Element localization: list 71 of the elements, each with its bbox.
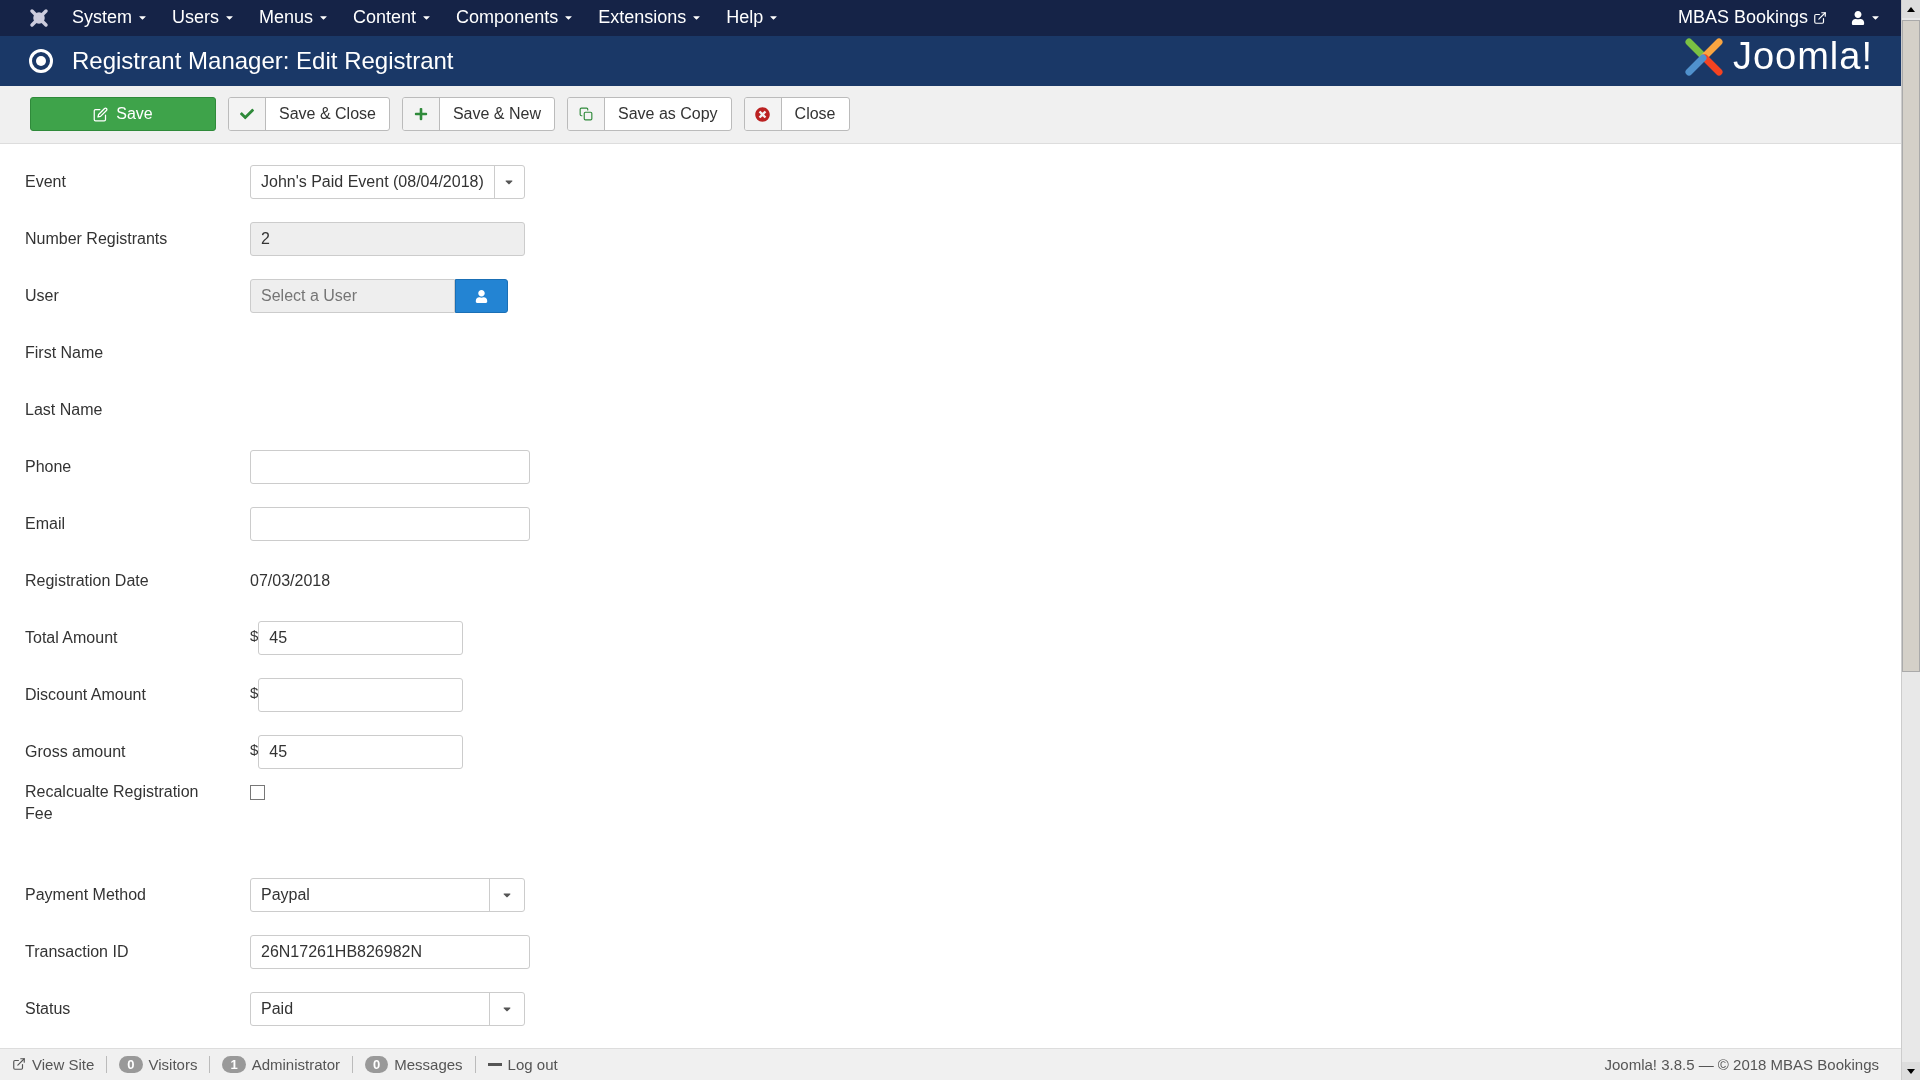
toolbar-button[interactable]: Save & New <box>401 97 555 132</box>
scroll-down-icon <box>1907 1068 1915 1074</box>
select-field[interactable]: Paypal <box>250 878 525 913</box>
field-label: First Name <box>25 343 105 364</box>
plus-icon <box>402 98 440 131</box>
field-label: Event <box>25 172 67 193</box>
menu-item[interactable]: Help <box>726 7 780 29</box>
toolbar-button[interactable]: Save & Close <box>228 97 390 132</box>
input-field[interactable] <box>250 507 530 542</box>
field-label: Transaction ID <box>25 942 130 963</box>
select-user-button[interactable] <box>455 279 508 314</box>
logout-link[interactable]: Log out <box>475 1055 570 1073</box>
input-field[interactable]: 2 <box>250 222 525 257</box>
field-label: Payment Method <box>25 885 147 906</box>
close-icon <box>744 98 782 131</box>
count-badge: 1 <box>222 1055 246 1073</box>
menu-item[interactable]: System <box>72 7 148 29</box>
view-site-link[interactable]: View Site <box>12 1055 108 1073</box>
input-field[interactable] <box>250 450 530 485</box>
check-icon <box>229 98 266 131</box>
status-link[interactable]: 0 Messages <box>353 1055 476 1073</box>
field-label: Phone <box>25 457 73 478</box>
input-field[interactable]: 26N17261HB826982N <box>250 935 530 970</box>
status-link[interactable]: 0 Visitors <box>107 1055 211 1073</box>
menu-item[interactable]: Menus <box>259 7 330 29</box>
field-label: Registration Date <box>25 571 150 592</box>
user-icon <box>475 289 488 303</box>
edit-icon <box>93 106 109 122</box>
menu-item[interactable]: Content <box>353 7 433 29</box>
input-field[interactable]: 45 <box>258 621 464 656</box>
user-menu[interactable] <box>1851 10 1881 25</box>
field-label: Discount Amount <box>25 685 147 706</box>
target-icon <box>28 47 54 74</box>
field-value: 07/03/2018 <box>250 572 332 591</box>
currency-symbol: $ <box>250 741 259 759</box>
field-label: Status <box>25 999 72 1020</box>
joomla-logo-icon[interactable] <box>28 6 50 29</box>
scroll-up-icon <box>1907 6 1915 12</box>
field-label: Gross amount <box>25 742 127 763</box>
site-link[interactable]: MBAS Bookings <box>1677 7 1827 29</box>
toolbar-button[interactable]: Save as Copy <box>567 97 732 132</box>
field-label: Email <box>25 514 66 535</box>
input-field[interactable]: 45 <box>258 735 464 770</box>
menu-item[interactable]: Extensions <box>598 7 703 29</box>
input-field[interactable] <box>258 678 464 713</box>
footer-credits: Joomla! 3.8.5 — © 2018 MBAS Bookings <box>1604 1055 1879 1073</box>
field-label: Number Registrants <box>25 229 169 250</box>
scrollbar[interactable] <box>1901 0 1920 1080</box>
field-label: Total Amount <box>25 628 119 649</box>
count-badge: 0 <box>365 1055 389 1073</box>
user-icon <box>1851 10 1865 25</box>
count-badge: 0 <box>119 1055 143 1073</box>
page-title: Registrant Manager: Edit Registrant <box>72 46 455 75</box>
menu-item[interactable]: Components <box>456 7 575 29</box>
field-label: Recalcualte Registration Fee <box>25 781 200 824</box>
select-field[interactable]: Paid <box>250 992 525 1027</box>
status-link[interactable]: 1 Administrator <box>210 1055 353 1073</box>
joomla-logo-text: Joomla! <box>1732 35 1873 79</box>
copy-icon <box>568 98 605 131</box>
external-link-icon <box>12 1057 26 1072</box>
field-label: User <box>25 286 60 307</box>
currency-symbol: $ <box>250 627 259 645</box>
menu-item[interactable]: Users <box>172 7 236 29</box>
minus-icon <box>487 1062 502 1066</box>
toolbar-button[interactable]: Close <box>743 97 850 132</box>
field-label: Last Name <box>25 400 104 421</box>
currency-symbol: $ <box>250 684 259 702</box>
checkbox[interactable] <box>250 784 265 800</box>
input-field[interactable]: Select a User <box>250 279 455 314</box>
external-link-icon <box>1813 10 1827 25</box>
select-field[interactable]: John's Paid Event (08/04/2018) <box>250 165 525 200</box>
